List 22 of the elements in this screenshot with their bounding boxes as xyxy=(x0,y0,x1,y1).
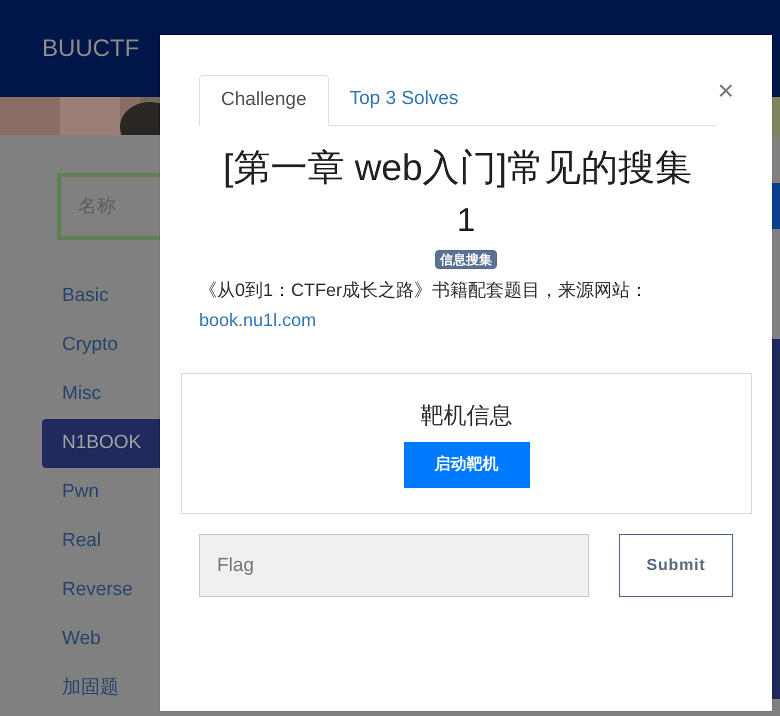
close-button[interactable]: × xyxy=(718,77,734,105)
category-item[interactable]: Real xyxy=(42,517,160,566)
category-item[interactable]: Basic xyxy=(42,272,160,321)
target-heading: 靶机信息 xyxy=(420,401,512,430)
challenge-description: 《从0到1：CTFer成长之路》书籍配套题目，来源网站： book.nu1l.com xyxy=(199,279,650,332)
category-item[interactable]: Crypto xyxy=(42,321,160,370)
category-item[interactable]: 加固题 xyxy=(42,664,160,713)
tab[interactable]: Challenge xyxy=(199,75,329,126)
category-tag: 信息搜集 xyxy=(435,250,497,269)
start-target-button[interactable]: 启动靶机 xyxy=(404,442,530,488)
challenge-points: 1 xyxy=(456,200,476,240)
tab[interactable]: Top 3 Solves xyxy=(328,74,480,125)
flag-field[interactable]: Flag xyxy=(199,534,589,597)
source-link[interactable]: book.nu1l.com xyxy=(199,310,316,330)
category-item[interactable]: Web xyxy=(42,615,160,664)
category-item[interactable]: N1BOOK xyxy=(42,419,160,468)
category-item[interactable]: Misc xyxy=(42,370,160,419)
brand-logo[interactable]: BUUCTF xyxy=(42,30,140,66)
submit-button[interactable]: Submit xyxy=(619,534,733,597)
category-item[interactable]: Pwn xyxy=(42,468,160,517)
challenge-title: [第一章 web入门]常见的搜集 xyxy=(222,146,693,190)
category-item[interactable]: Reverse xyxy=(42,566,160,615)
